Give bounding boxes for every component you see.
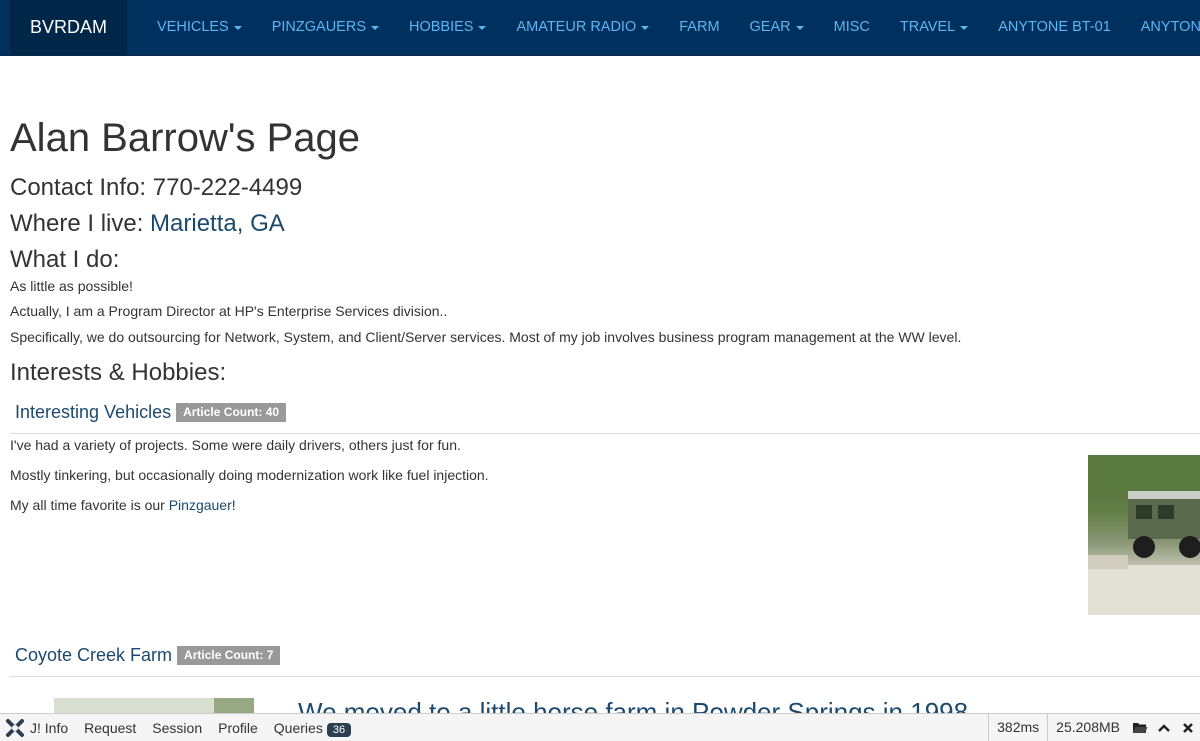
- memory-usage: 25.208MB: [1047, 714, 1128, 741]
- nav-item-anytone-b[interactable]: ANYTONE B: [1126, 0, 1200, 55]
- what-line-3: Specifically, we do outsourcing for Netw…: [10, 329, 962, 345]
- farm-section-header: Coyote Creek Farm Article Count: 7: [15, 643, 281, 667]
- debug-tab-queries[interactable]: Queries 36: [273, 719, 359, 737]
- vehicles-favorite: My all time favorite is our Pinzgauer!: [10, 496, 236, 514]
- nav-item-hobbies[interactable]: HOBBIES: [394, 0, 501, 55]
- nav-menu: VEHICLES PINZGAUERS HOBBIES AMATEUR RADI…: [142, 0, 1200, 55]
- close-icon[interactable]: [1176, 714, 1200, 741]
- page-title: Alan Barrow's Page: [10, 116, 361, 160]
- caret-down-icon: [371, 26, 379, 30]
- interests-heading: Interests & Hobbies:: [10, 359, 227, 386]
- debug-tab-info[interactable]: J! Info: [30, 720, 76, 736]
- contact-info: Contact Info: 770-222-4499: [10, 173, 302, 203]
- nav-item-gear[interactable]: GEAR: [735, 0, 819, 55]
- vehicles-section-header: Interesting Vehicles Article Count: 40: [15, 400, 287, 424]
- chevron-up-icon-graphic: [1158, 723, 1170, 732]
- queries-count-badge: 36: [326, 722, 352, 737]
- favorite-prefix: My all time favorite is our: [10, 497, 169, 513]
- section-divider: [10, 433, 1200, 434]
- what-line-2: Actually, I am a Program Director at HP'…: [10, 303, 448, 319]
- caret-down-icon: [233, 26, 242, 30]
- close-icon-graphic: [1183, 722, 1193, 733]
- contact-phone: 770-222-4499: [152, 174, 303, 201]
- vehicles-section-link[interactable]: Interesting Vehicles: [15, 400, 171, 424]
- nav-item-vehicles[interactable]: VEHICLES: [142, 0, 257, 55]
- nav-item-label: MISC: [833, 19, 870, 35]
- nav-item-label: VEHICLES: [157, 19, 229, 35]
- location-info: Where I live: Marietta, GA: [10, 209, 285, 239]
- article-count-badge: Article Count: 7: [177, 645, 281, 665]
- nav-item-label: ANYTONE B: [1140, 19, 1200, 35]
- caret-down-icon: [795, 26, 804, 30]
- location-label: Where I live:: [10, 210, 151, 237]
- pinzgauer-photo-drawing: [1088, 455, 1200, 615]
- debug-tab-profile[interactable]: Profile: [218, 720, 266, 736]
- nav-item-travel[interactable]: TRAVEL: [885, 0, 983, 55]
- section-divider: [10, 676, 1200, 677]
- location-link[interactable]: Marietta, GA: [150, 210, 285, 237]
- vehicles-line-2: Mostly tinkering, but occasionally doing…: [10, 467, 489, 483]
- debug-tab-request[interactable]: Request: [84, 720, 144, 736]
- vehicles-line-1: I've had a variety of projects. Some wer…: [10, 437, 461, 453]
- nav-item-label: PINZGAUERS: [271, 19, 366, 35]
- debug-tab-session[interactable]: Session: [152, 720, 210, 736]
- nav-item-pinzgauers[interactable]: PINZGAUERS: [257, 0, 394, 55]
- nav-item-label: HOBBIES: [409, 19, 474, 35]
- nav-item-label: ANYTONE BT-01: [998, 19, 1111, 35]
- debug-right-panel: 382ms 25.208MB: [988, 714, 1200, 741]
- queries-label: Queries: [273, 719, 323, 736]
- nav-item-label: AMATEUR RADIO: [516, 19, 637, 35]
- folder-open-icon-graphic: [1133, 722, 1148, 733]
- nav-item-amateur-radio[interactable]: AMATEUR RADIO: [501, 0, 664, 55]
- nav-item-label: TRAVEL: [899, 19, 956, 35]
- debug-toolbar: J! Info Request Session Profile Queries 3…: [0, 713, 1200, 741]
- contact-label: Contact Info:: [10, 174, 153, 201]
- nav-item-misc[interactable]: MISC: [819, 0, 885, 55]
- caret-down-icon: [478, 26, 487, 30]
- nav-item-anytone-bt01[interactable]: ANYTONE BT-01: [983, 0, 1126, 55]
- joomla-logo-icon[interactable]: [0, 714, 30, 741]
- nav-item-label: GEAR: [749, 19, 791, 35]
- chevron-up-icon[interactable]: [1152, 714, 1176, 741]
- caret-down-icon: [960, 26, 969, 30]
- pinzgauer-link[interactable]: Pinzgauer: [169, 497, 232, 513]
- nav-item-farm[interactable]: FARM: [664, 0, 734, 55]
- top-navbar: BVRDAM VEHICLES PINZGAUERS HOBBIES AMATE…: [0, 0, 1200, 56]
- article-count-badge: Article Count: 40: [176, 402, 287, 422]
- what-line-1: As little as possible!: [10, 278, 133, 294]
- folder-open-icon[interactable]: [1128, 714, 1152, 741]
- joomla-icon-graphic: [6, 718, 24, 737]
- what-i-do-heading: What I do:: [10, 246, 120, 273]
- farm-section-link[interactable]: Coyote Creek Farm: [15, 643, 172, 667]
- caret-down-icon: [641, 26, 650, 30]
- pinzgauer-photo: [1088, 455, 1200, 615]
- favorite-suffix: !: [231, 497, 236, 513]
- brand-link[interactable]: BVRDAM: [10, 0, 127, 55]
- nav-item-label: FARM: [679, 19, 720, 35]
- request-time: 382ms: [988, 714, 1047, 741]
